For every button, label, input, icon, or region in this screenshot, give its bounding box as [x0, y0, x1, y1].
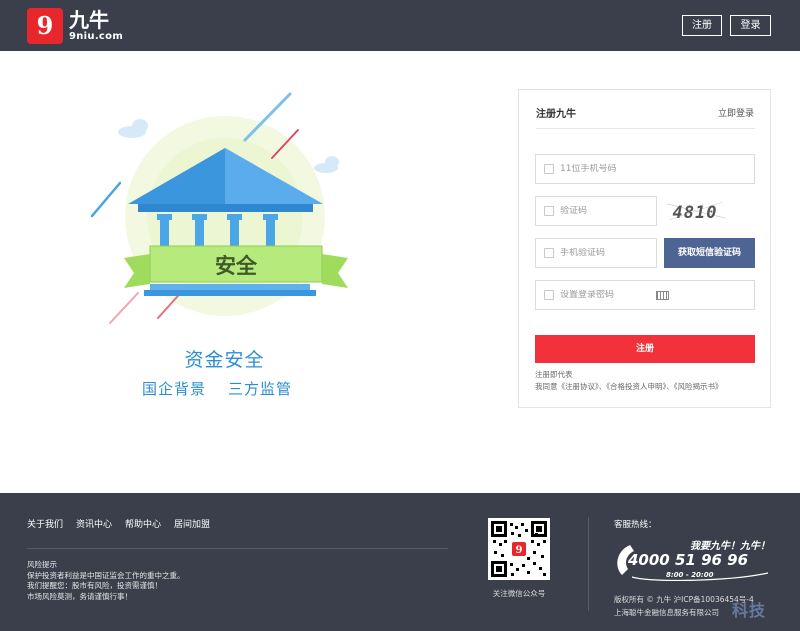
- qr-code-icon: 9: [491, 521, 547, 577]
- risk-line: 保护投资者利益是中国证监会工作的重中之重。: [27, 570, 185, 580]
- footer-link-help[interactable]: 帮助中心: [125, 517, 161, 530]
- password-input[interactable]: [560, 290, 660, 300]
- sms-code-input[interactable]: [560, 248, 656, 258]
- header-login-button[interactable]: 登录: [730, 15, 771, 36]
- get-sms-code-button[interactable]: 获取短信验证码: [664, 238, 755, 268]
- lock-icon: [544, 290, 554, 300]
- risk-line: 市场风险莫测，务请谨慎行事！: [27, 591, 132, 601]
- hotline-title: 客服热线：: [614, 520, 657, 530]
- register-panel: 注册九牛 立即登录 4810 获取短信验证码 注册 注册即代表 我同意《注册协议…: [518, 89, 771, 408]
- slogan-right: 三方监管: [228, 380, 293, 398]
- banner-text: 安全: [215, 254, 258, 278]
- register-title: 注册九牛: [536, 109, 576, 120]
- hotline-hours: 8:00 - 20:00: [666, 571, 714, 579]
- password-field[interactable]: [535, 280, 755, 310]
- svg-text:9: 9: [516, 545, 523, 556]
- slogan-left: 国企背景: [142, 380, 207, 398]
- slogan-main: 资金安全: [184, 349, 265, 371]
- risk-notice: 风险提示 保护投资者利益是中国证监会工作的重中之重。 我们提醒您：股市有风险，投…: [27, 560, 185, 602]
- logo-mark-icon: 9: [27, 8, 63, 44]
- agreement-intro: 注册即代表: [535, 370, 573, 379]
- phone-input[interactable]: [560, 164, 754, 174]
- footer-nav: 关于我们 资讯中心 帮助中心 居间加盟: [27, 517, 223, 530]
- hotline-number: 4000 51 96 96: [627, 551, 748, 569]
- footer-divider: [27, 548, 448, 549]
- captcha-input[interactable]: [560, 206, 656, 216]
- hotline-graphic: 我要九牛！九牛！ 4000 51 96 96 8:00 - 20:00: [617, 540, 770, 581]
- banner-ribbon-left: [124, 254, 150, 288]
- logo-title: 九牛: [69, 8, 109, 32]
- register-submit-button[interactable]: 注册: [535, 335, 755, 363]
- captcha-icon: [544, 206, 554, 216]
- panel-divider: [536, 128, 755, 129]
- security-bank-illustration: 安全: [90, 92, 348, 324]
- keyboard-icon[interactable]: [656, 291, 669, 300]
- site-footer: 关于我们 资讯中心 帮助中心 居间加盟 风险提示 保护投资者利益是中国证监会工作…: [0, 493, 800, 631]
- sms-code-field[interactable]: [535, 238, 657, 268]
- logo-domain: 9niu.com: [69, 31, 124, 42]
- risk-line: 我们提醒您：股市有风险，投资需谨慎！: [27, 581, 162, 590]
- sms-icon: [544, 248, 554, 258]
- wechat-qr-code: 9: [488, 518, 550, 580]
- site-logo[interactable]: 9 九牛 9niu.com: [27, 8, 123, 44]
- captcha-field[interactable]: [535, 196, 657, 226]
- login-now-link[interactable]: 立即登录: [718, 106, 754, 119]
- risk-title: 风险提示: [27, 560, 57, 569]
- agreement-links[interactable]: 我同意《注册协议》、《合格投资人申明》、《风险揭示书》: [535, 381, 723, 392]
- slogan-sub: 国企背景 三方监管: [142, 378, 312, 399]
- phone-icon: [544, 164, 554, 174]
- footer-link-news[interactable]: 资讯中心: [76, 517, 112, 530]
- top-header: 9 九牛 9niu.com 注册 登录: [0, 0, 800, 51]
- watermark: 科技: [731, 601, 766, 620]
- footer-link-partner[interactable]: 居间加盟: [174, 517, 210, 530]
- cloud-left: [118, 119, 148, 138]
- qr-caption: 关注微信公众号: [492, 589, 546, 598]
- cloud-right: [314, 156, 339, 173]
- header-register-button[interactable]: 注册: [682, 15, 722, 36]
- footer-link-about[interactable]: 关于我们: [27, 517, 63, 530]
- captcha-image[interactable]: 4810: [665, 198, 727, 224]
- phone-field[interactable]: [535, 154, 755, 184]
- svg-text:4810: 4810: [673, 203, 718, 223]
- footer-vertical-divider: [588, 517, 589, 611]
